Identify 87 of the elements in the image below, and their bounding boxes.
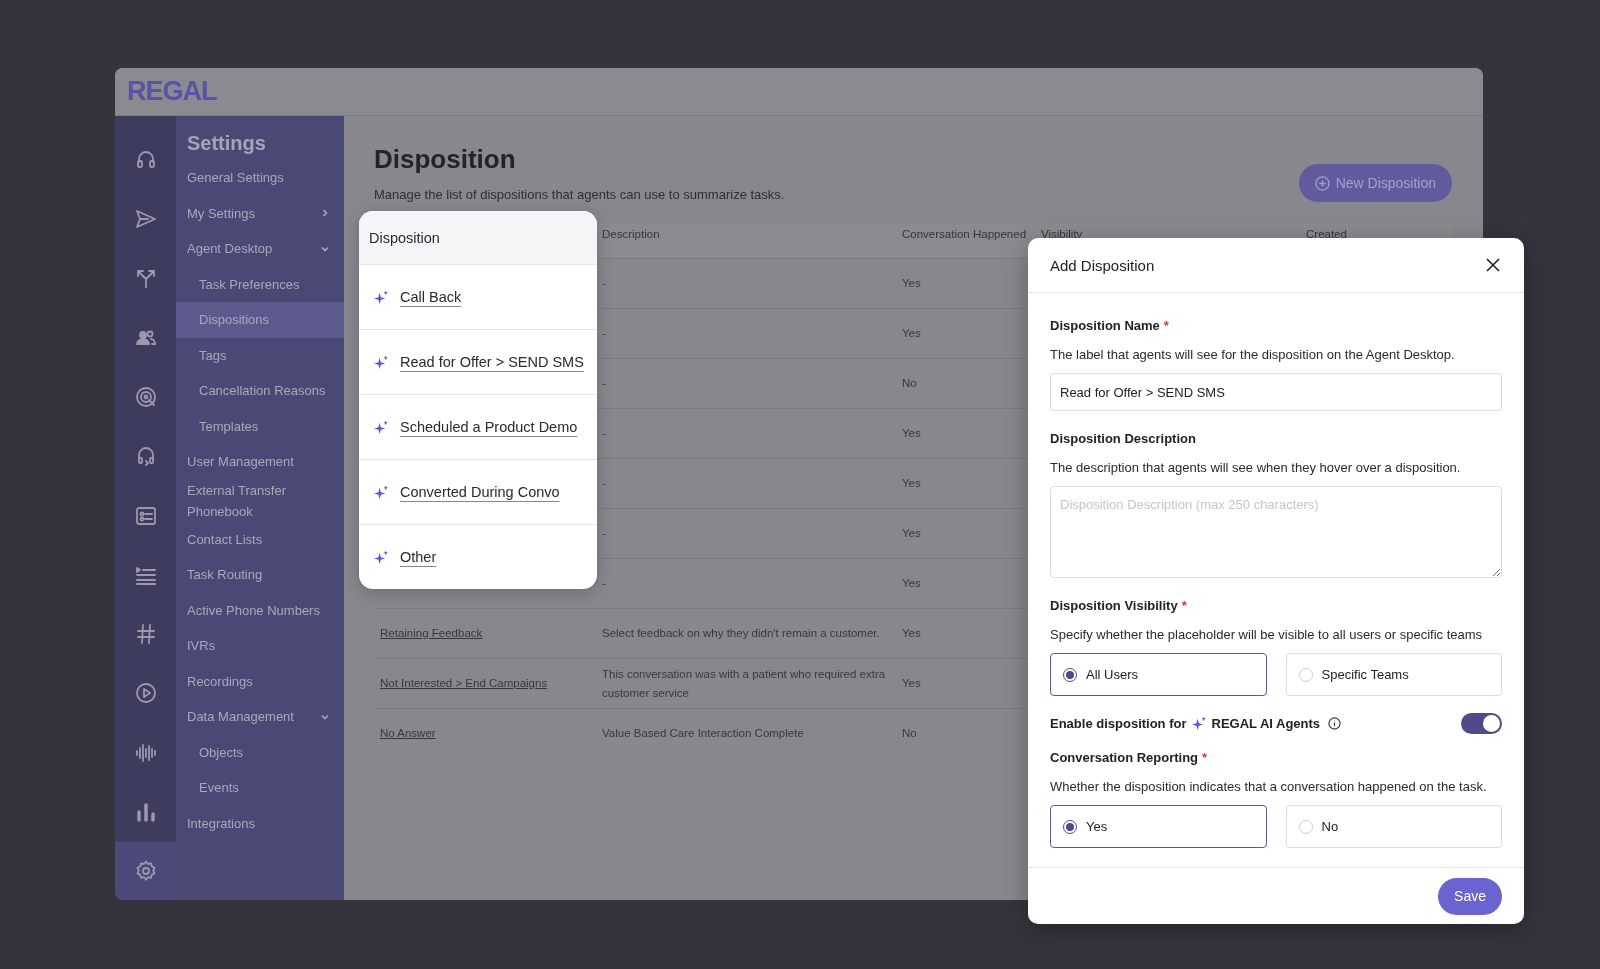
table-cell: Yes: [902, 527, 921, 539]
table-cell: -: [602, 427, 606, 439]
table-cell: Value Based Care Interaction Complete: [602, 727, 804, 740]
sidebar-item[interactable]: Contact Lists: [176, 521, 344, 557]
chevron-icon[interactable]: [320, 208, 330, 219]
play-circle-icon: [133, 681, 158, 706]
description-field[interactable]: Disposition Description (max 250 characters): [1050, 486, 1502, 578]
sidebar-item[interactable]: Tags: [176, 337, 344, 373]
sparkle-icon: [374, 549, 389, 565]
page-title: Disposition: [374, 144, 517, 175]
plus-circle-icon: [1314, 175, 1330, 191]
help-text: Whether the disposition indicates that a conversation happened on the task.: [1050, 779, 1488, 794]
table-cell: -: [602, 277, 606, 289]
field-label: Disposition Name: [1050, 318, 1160, 333]
sidebar-item[interactable]: Integrations: [176, 805, 344, 841]
sidebar-item[interactable]: IVRs: [176, 628, 344, 664]
table-cell: Yes: [902, 677, 921, 689]
table-cell: No: [902, 727, 917, 740]
nav-rail-item[interactable]: [115, 841, 176, 900]
disposition-link[interactable]: Call Back: [400, 289, 462, 305]
sidebar-item[interactable]: User Management: [176, 444, 344, 480]
table-cell: Yes: [902, 627, 921, 639]
sidebar-item[interactable]: Task Preferences: [176, 266, 344, 302]
sparkle-icon: [374, 354, 389, 370]
table-cell: No: [902, 377, 917, 389]
info-icon[interactable]: [1328, 717, 1342, 730]
table-cell: Yes: [902, 277, 921, 289]
card-header: Disposition: [369, 229, 440, 246]
required-mark: *: [1202, 750, 1208, 765]
disposition-link[interactable]: Read for Offer > SEND SMS: [400, 354, 584, 370]
disposition-link[interactable]: Scheduled a Product Demo: [400, 419, 578, 435]
help-text: The description that agents will see when they hover over a disposition.: [1050, 460, 1462, 475]
product-name: REGAL AI Agents: [1211, 716, 1321, 731]
sidebar-item[interactable]: Objects: [176, 734, 344, 770]
sidebar-item[interactable]: Task Routing: [176, 557, 344, 593]
radio-option[interactable]: No: [1285, 805, 1502, 848]
table-cell: -: [602, 527, 606, 539]
table-cell: Yes: [902, 577, 921, 589]
sidebar-item[interactable]: Templates: [176, 408, 344, 444]
disposition-link[interactable]: Not Interested > End Campaigns: [380, 677, 548, 689]
table-cell: Yes: [902, 427, 921, 439]
toggle-label: Enable disposition for: [1050, 716, 1187, 731]
sparkle-icon: [1191, 716, 1207, 731]
save-button[interactable]: Save: [1438, 877, 1502, 915]
required-mark: *: [1181, 598, 1187, 613]
sidebar-title: Settings: [186, 132, 267, 156]
help-text: Specify whether the placeholder will be visible to all users or specific teams: [1050, 627, 1484, 642]
toggle-switch[interactable]: [1461, 713, 1502, 734]
disposition-link[interactable]: No Answer: [380, 727, 436, 740]
sidebar-item[interactable]: Active Phone Numbers: [176, 592, 344, 628]
close-icon[interactable]: [1484, 256, 1502, 274]
sidebar-item[interactable]: Dispositions: [176, 302, 344, 338]
sidebar-item[interactable]: My Settings: [176, 195, 344, 231]
required-mark: *: [1163, 318, 1169, 333]
sparkle-icon: [374, 484, 389, 500]
sidebar-item[interactable]: Events: [176, 770, 344, 806]
table-cell: -: [602, 377, 606, 389]
page-subtitle: Manage the list of dispositions that agents can use to summarize tasks.: [374, 187, 785, 202]
sidebar-item[interactable]: Agent Desktop: [176, 231, 344, 267]
table-cell: This conversation was with a patient who required extra customer service: [602, 667, 886, 699]
modal-title: Add Disposition: [1050, 256, 1155, 274]
radio-option[interactable]: Specific Teams: [1285, 653, 1502, 696]
table-cell: -: [602, 327, 606, 339]
disposition-link[interactable]: Converted During Convo: [400, 484, 560, 500]
field-label: Disposition Visibility: [1050, 598, 1178, 613]
sparkle-icon: [374, 419, 389, 435]
table-cell: Yes: [902, 477, 921, 489]
target-icon: [133, 384, 158, 409]
sidebar-item[interactable]: External Transfer Phonebook: [176, 479, 344, 522]
table-cell: -: [602, 477, 606, 489]
field-label: Disposition Description: [1050, 431, 1196, 446]
new-disposition-button[interactable]: New Disposition: [1298, 164, 1452, 202]
radio-option[interactable]: Yes: [1050, 805, 1267, 848]
sparkle-icon: [374, 289, 389, 305]
radio-option[interactable]: All Users: [1050, 653, 1267, 696]
sidebar-item[interactable]: Recordings: [176, 663, 344, 699]
field-label: Conversation Reporting: [1050, 750, 1199, 765]
table-cell: -: [602, 577, 606, 589]
table-cell: Select feedback on why they didn't remain a customer.: [602, 627, 880, 639]
disposition-link[interactable]: Retaining Feedback: [380, 627, 483, 639]
sidebar-item[interactable]: Data Management: [176, 699, 344, 735]
table-cell: Yes: [902, 327, 921, 339]
sidebar-item[interactable]: Cancellation Reasons: [176, 373, 344, 409]
sidebar-item[interactable]: General Settings: [176, 160, 344, 196]
disposition-link[interactable]: Other: [400, 549, 437, 565]
input-field[interactable]: Read for Offer > SEND SMS: [1050, 373, 1502, 411]
help-text: The label that agents will see for the disposition on the Agent Desktop.: [1050, 347, 1456, 362]
